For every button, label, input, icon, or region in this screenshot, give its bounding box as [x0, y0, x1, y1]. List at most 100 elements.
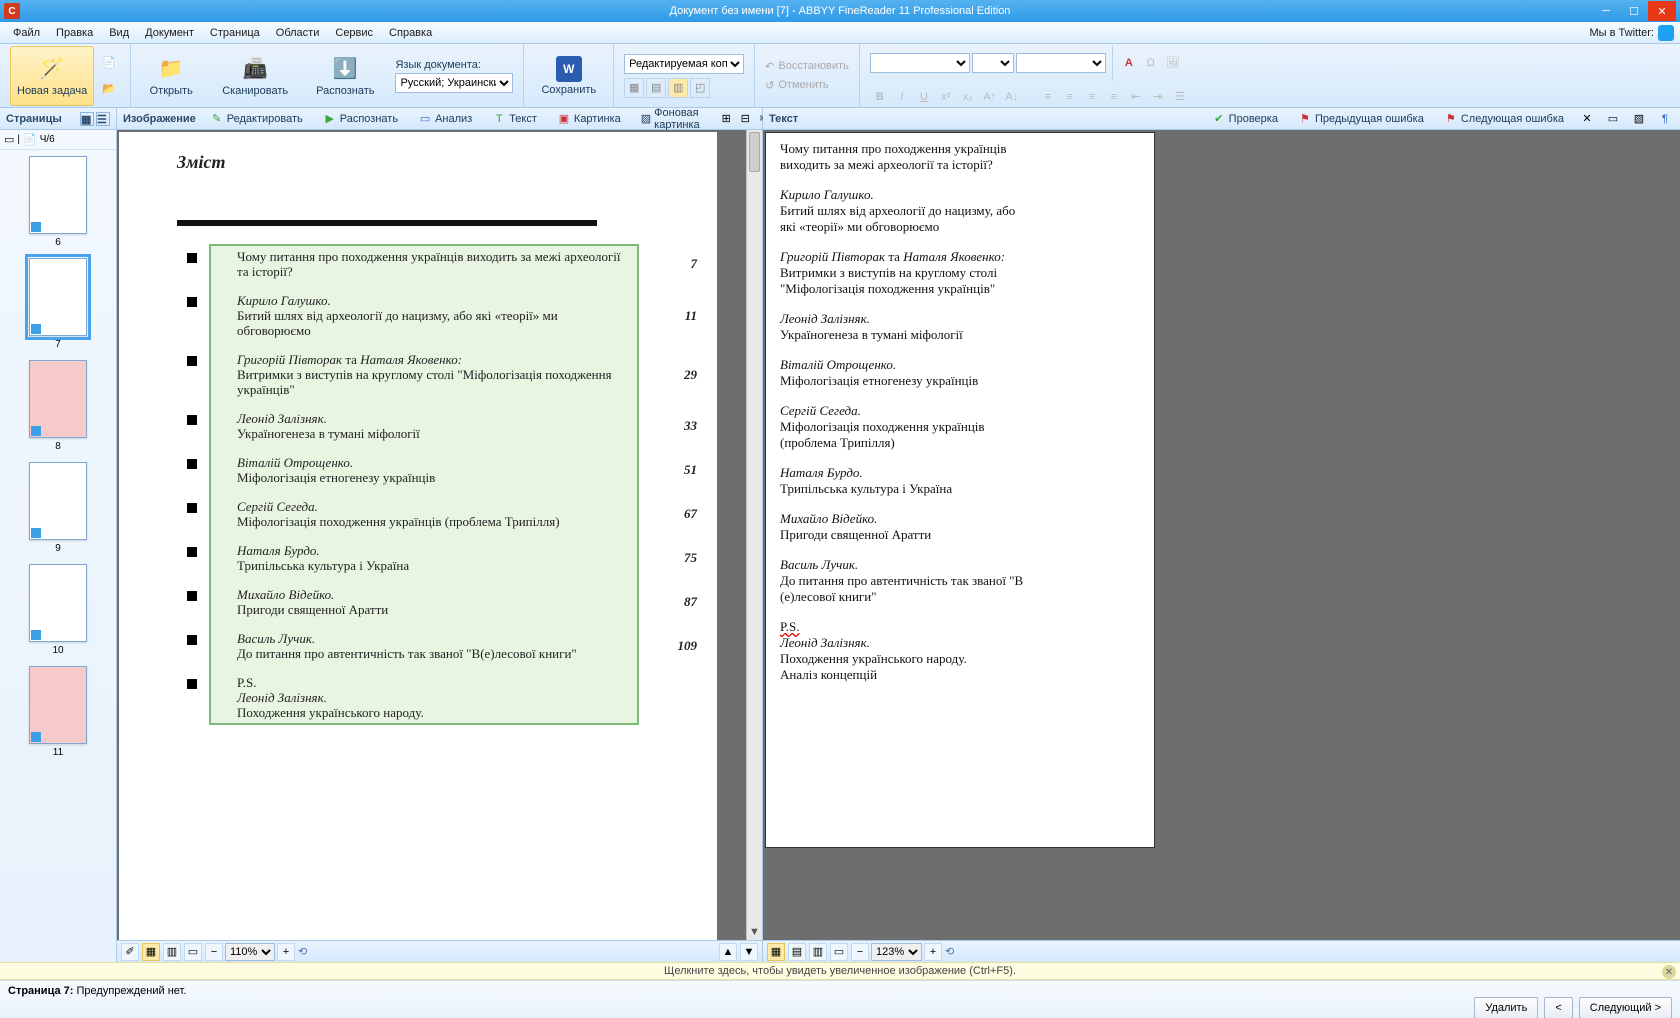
insert-icon[interactable]: 🖼: [1163, 53, 1183, 73]
sub-icon[interactable]: x₂: [958, 87, 978, 107]
image-view[interactable]: Зміст Чому питання про походження україн…: [117, 130, 762, 940]
inc-font-icon[interactable]: A↑: [980, 87, 1000, 107]
prev-page-button[interactable]: <: [1544, 997, 1572, 1018]
restore-label[interactable]: Восстановить: [778, 60, 848, 72]
txt-tool3-icon[interactable]: ▧: [1630, 110, 1648, 128]
scan-button[interactable]: 📠 Сканировать: [215, 46, 295, 106]
next-error-button[interactable]: ⚑Следующая ошибка: [1438, 110, 1570, 128]
scroll-down-icon[interactable]: ▼: [747, 924, 762, 940]
close-button[interactable]: ✕: [1648, 1, 1676, 21]
style-select[interactable]: [1016, 53, 1106, 73]
page-thumb-7[interactable]: 7: [27, 258, 89, 350]
txt-tool4-icon[interactable]: ¶: [1656, 110, 1674, 128]
opt1-icon[interactable]: ▦: [624, 78, 644, 98]
open-button[interactable]: 📁 Открыть: [141, 46, 201, 106]
align-left-icon[interactable]: ≡: [1038, 87, 1058, 107]
hint-close-icon[interactable]: ✕: [1662, 965, 1676, 979]
menu-service[interactable]: Сервис: [328, 25, 380, 41]
text-paragraph[interactable]: Чому питання про походження українціввих…: [780, 141, 1140, 173]
pages-list-icon[interactable]: ☰: [96, 112, 110, 126]
maximize-button[interactable]: ☐: [1620, 1, 1648, 21]
text-paragraph[interactable]: Віталій Отрощенко.Міфологізація етногене…: [780, 357, 1140, 389]
zoom-out-icon[interactable]: −: [205, 943, 223, 961]
dec-font-icon[interactable]: A↓: [1002, 87, 1022, 107]
image-zoom-select[interactable]: 110%: [225, 943, 275, 961]
edit-button[interactable]: ✎Редактировать: [204, 110, 309, 128]
italic-icon[interactable]: I: [892, 87, 912, 107]
ip-tool2-icon[interactable]: ⊟: [736, 110, 754, 128]
text-area-button[interactable]: TТекст: [486, 110, 543, 128]
txt-view4-icon[interactable]: ▭: [830, 943, 848, 961]
zoom-in-icon[interactable]: +: [277, 943, 295, 961]
save-button[interactable]: W Сохранить: [534, 46, 603, 106]
page-thumb-11[interactable]: 11: [27, 666, 89, 758]
layout-mode-select[interactable]: Редактируемая копи: [624, 54, 744, 74]
txt-view3-icon[interactable]: ▥: [809, 943, 827, 961]
highlight-icon[interactable]: Ω: [1141, 53, 1161, 73]
ip-tool1-icon[interactable]: ⊞: [717, 110, 735, 128]
text-paragraph[interactable]: Наталя Бурдо.Трипільська культура і Укра…: [780, 465, 1140, 497]
img-prev-icon[interactable]: ▲: [719, 943, 737, 961]
menu-page[interactable]: Страница: [203, 25, 267, 41]
delete-button[interactable]: Удалить: [1474, 997, 1538, 1018]
magnifier-hint[interactable]: Щелкните здесь, чтобы увидеть увеличенно…: [0, 962, 1680, 980]
analyze-button[interactable]: ▭Анализ: [412, 110, 478, 128]
img-next-icon[interactable]: ▼: [740, 943, 758, 961]
txt-zoom-reset-icon[interactable]: ⟲: [945, 945, 954, 958]
sup-icon[interactable]: x²: [936, 87, 956, 107]
txt-tool1-icon[interactable]: ✕: [1578, 110, 1596, 128]
indent-dec-icon[interactable]: ⇤: [1126, 87, 1146, 107]
picture-area-button[interactable]: ▣Картинка: [551, 110, 627, 128]
text-paragraph[interactable]: Кирило Галушко.Битий шлях від археології…: [780, 187, 1140, 235]
mini-new-icon[interactable]: 📄: [98, 52, 120, 74]
text-paragraph[interactable]: Михайло Відейко.Пригоди священної Аратти: [780, 511, 1140, 543]
menu-view[interactable]: Вид: [102, 25, 136, 41]
align-justify-icon[interactable]: ≡: [1104, 87, 1124, 107]
txt-tool2-icon[interactable]: ▭: [1604, 110, 1622, 128]
scroll-thumb[interactable]: [749, 132, 760, 172]
text-paragraph[interactable]: Леонід Залізняк.Україногенеза в тумані м…: [780, 311, 1140, 343]
img-eraser-icon[interactable]: ✐: [121, 943, 139, 961]
language-select[interactable]: Русский; Украински: [395, 73, 513, 93]
thumbnails-list[interactable]: 67891011: [0, 150, 116, 962]
font-family-select[interactable]: [870, 53, 970, 73]
recognize-area-button[interactable]: ▶Распознать: [317, 110, 404, 128]
twitter-link[interactable]: Мы в Twitter:: [1590, 25, 1674, 41]
menu-edit[interactable]: Правка: [49, 25, 100, 41]
indent-inc-icon[interactable]: ⇥: [1148, 87, 1168, 107]
check-button[interactable]: ✔Проверка: [1206, 110, 1284, 128]
zoom-reset-icon[interactable]: ⟲: [298, 945, 307, 958]
text-paragraph[interactable]: P.S.Леонід Залізняк.Походження українськ…: [780, 619, 1140, 683]
page-thumb-9[interactable]: 9: [27, 462, 89, 554]
text-document[interactable]: Чому питання про походження українціввих…: [765, 132, 1155, 848]
underline-icon[interactable]: U: [914, 87, 934, 107]
text-paragraph[interactable]: Василь Лучик.До питання про автентичніст…: [780, 557, 1140, 605]
page-thumb-10[interactable]: 10: [27, 564, 89, 656]
menu-file[interactable]: Файл: [6, 25, 47, 41]
menu-document[interactable]: Документ: [138, 25, 201, 41]
recognize-button[interactable]: ⬇️ Распознать: [309, 46, 381, 106]
text-zoom-select[interactable]: 123%: [871, 943, 922, 961]
next-page-button[interactable]: Следующий >: [1579, 997, 1672, 1018]
menu-areas[interactable]: Области: [269, 25, 327, 41]
opt4-icon[interactable]: ◰: [690, 78, 710, 98]
bold-icon[interactable]: B: [870, 87, 890, 107]
font-size-select[interactable]: [972, 53, 1014, 73]
txt-zoom-out-icon[interactable]: −: [851, 943, 869, 961]
prev-error-button[interactable]: ⚑Предыдущая ошибка: [1292, 110, 1430, 128]
pages-view-icon[interactable]: ▦: [80, 112, 94, 126]
opt2-icon[interactable]: ▤: [646, 78, 666, 98]
text-view[interactable]: Чому питання про походження українціввих…: [763, 130, 1680, 940]
fontcolor-icon[interactable]: A: [1119, 53, 1139, 73]
bgpicture-area-button[interactable]: ▨Фоновая картинка: [635, 105, 709, 133]
align-right-icon[interactable]: ≡: [1082, 87, 1102, 107]
img-page-icon[interactable]: ▭: [184, 943, 202, 961]
list-icon[interactable]: ☰: [1170, 87, 1190, 107]
new-task-button[interactable]: 🪄 Новая задача: [10, 46, 94, 106]
pages-thumb-icon[interactable]: ▭: [4, 133, 14, 146]
img-split-icon[interactable]: ▥: [163, 943, 181, 961]
undo-label[interactable]: Отменить: [778, 79, 828, 91]
menu-help[interactable]: Справка: [382, 25, 439, 41]
mini-open-icon[interactable]: 📂: [98, 78, 120, 100]
opt3-icon[interactable]: ▥: [668, 78, 688, 98]
